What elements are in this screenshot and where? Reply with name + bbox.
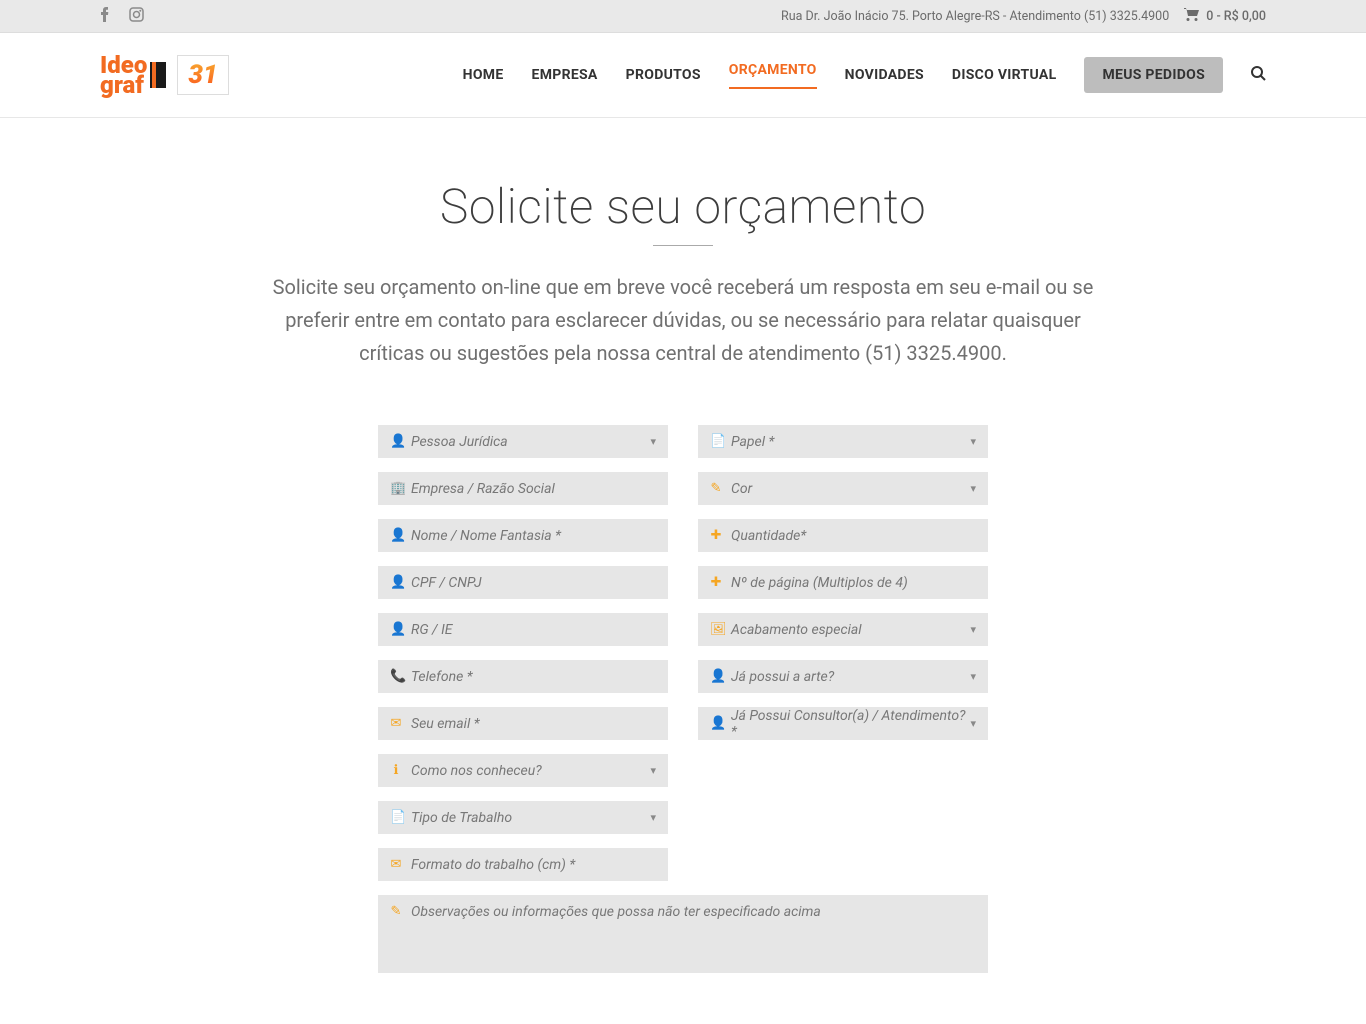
instagram-icon[interactable] xyxy=(129,7,144,26)
page-subtitle: Solicite seu orçamento on-line que em br… xyxy=(253,271,1113,370)
tipo-pessoa-select[interactable]: 👤Pessoa Jurídica▾ xyxy=(378,425,668,458)
social-links xyxy=(100,7,144,26)
plus-icon: ✚ xyxy=(710,575,722,590)
papel-select[interactable]: 📄Papel *▾ xyxy=(698,425,988,458)
nav-meus-pedidos-button[interactable]: MEUS PEDIDOS xyxy=(1084,57,1223,93)
cart-text: 0 - R$ 0,00 xyxy=(1206,9,1266,24)
nav-produtos[interactable]: PRODUTOS xyxy=(626,67,701,83)
cor-select[interactable]: ✎Cor▾ xyxy=(698,472,988,505)
title-divider xyxy=(653,245,713,246)
chevron-down-icon: ▾ xyxy=(650,811,656,824)
chevron-down-icon: ▾ xyxy=(970,623,976,636)
email-input[interactable]: ✉Seu email * xyxy=(378,707,668,740)
page-icon: 📄 xyxy=(710,434,722,449)
chevron-down-icon: ▾ xyxy=(970,717,976,730)
user-icon: 👤 xyxy=(710,669,722,684)
tipo-trabalho-select[interactable]: 📄Tipo de Trabalho▾ xyxy=(378,801,668,834)
pencil-icon: ✎ xyxy=(390,904,402,919)
search-icon[interactable] xyxy=(1251,66,1266,85)
building-icon: 🏢 xyxy=(390,481,402,496)
chevron-down-icon: ▾ xyxy=(970,482,976,495)
form-col-left: 👤Pessoa Jurídica▾ 🏢Empresa / Razão Socia… xyxy=(378,425,668,881)
logo-text-2: graf xyxy=(100,75,147,95)
logo-31-badge: 31 xyxy=(177,55,228,95)
user-icon: 👤 xyxy=(390,575,402,590)
nav-home[interactable]: HOME xyxy=(463,67,504,83)
nav-empresa[interactable]: EMPRESA xyxy=(532,67,598,83)
formato-input[interactable]: ✉Formato do trabalho (cm) * xyxy=(378,848,668,881)
cpf-input[interactable]: 👤CPF / CNPJ xyxy=(378,566,668,599)
address-text: Rua Dr. João Inácio 75. Porto Alegre-RS … xyxy=(781,9,1169,24)
chevron-down-icon: ▾ xyxy=(970,435,976,448)
plus-icon: ✚ xyxy=(710,528,722,543)
nome-input[interactable]: 👤Nome / Nome Fantasia * xyxy=(378,519,668,552)
image-icon: 🖼 xyxy=(710,622,722,637)
header: Ideo graf 31 HOME EMPRESA PRODUTOS ORÇAM… xyxy=(0,33,1366,118)
facebook-icon[interactable] xyxy=(100,7,109,26)
user-icon: 👤 xyxy=(390,622,402,637)
chevron-down-icon: ▾ xyxy=(650,435,656,448)
user-icon: 👤 xyxy=(390,528,402,543)
cart-icon xyxy=(1184,8,1200,25)
main-nav: HOME EMPRESA PRODUTOS ORÇAMENTO NOVIDADE… xyxy=(463,57,1266,93)
user-icon: 👤 xyxy=(390,434,402,449)
file-icon: 📄 xyxy=(390,810,402,825)
chevron-down-icon: ▾ xyxy=(970,670,976,683)
quote-form: 👤Pessoa Jurídica▾ 🏢Empresa / Razão Socia… xyxy=(193,425,1173,881)
form-col-right: 📄Papel *▾ ✎Cor▾ ✚Quantidade* ✚Nº de pági… xyxy=(698,425,988,881)
envelope-icon: ✉ xyxy=(390,716,402,731)
consultor-select[interactable]: 👤Já Possui Consultor(a) / Atendimento? *… xyxy=(698,707,988,740)
user-icon: 👤 xyxy=(710,716,722,731)
acabamento-select[interactable]: 🖼Acabamento especial▾ xyxy=(698,613,988,646)
observacoes-textarea[interactable]: ✎Observações ou informações que possa nã… xyxy=(378,895,988,973)
rg-input[interactable]: 👤RG / IE xyxy=(378,613,668,646)
cart-link[interactable]: 0 - R$ 0,00 xyxy=(1184,8,1266,25)
telefone-input[interactable]: 📞Telefone * xyxy=(378,660,668,693)
nav-disco[interactable]: DISCO VIRTUAL xyxy=(952,67,1057,83)
paginas-input[interactable]: ✚Nº de página (Multiplos de 4) xyxy=(698,566,988,599)
phone-icon: 📞 xyxy=(390,669,402,684)
page-title: Solicite seu orçamento xyxy=(100,178,1266,235)
quantidade-input[interactable]: ✚Quantidade* xyxy=(698,519,988,552)
envelope-icon: ✉ xyxy=(390,857,402,872)
arte-select[interactable]: 👤Já possui a arte?▾ xyxy=(698,660,988,693)
logo-mark-icon xyxy=(150,62,166,88)
logo[interactable]: Ideo graf 31 xyxy=(100,55,229,96)
nav-orcamento[interactable]: ORÇAMENTO xyxy=(729,62,817,89)
nav-novidades[interactable]: NOVIDADES xyxy=(845,67,924,83)
topbar: Rua Dr. João Inácio 75. Porto Alegre-RS … xyxy=(0,0,1366,33)
pencil-icon: ✎ xyxy=(710,481,722,496)
chevron-down-icon: ▾ xyxy=(650,764,656,777)
conheceu-select[interactable]: ℹComo nos conheceu?▾ xyxy=(378,754,668,787)
info-icon: ℹ xyxy=(390,763,402,778)
empresa-input[interactable]: 🏢Empresa / Razão Social xyxy=(378,472,668,505)
